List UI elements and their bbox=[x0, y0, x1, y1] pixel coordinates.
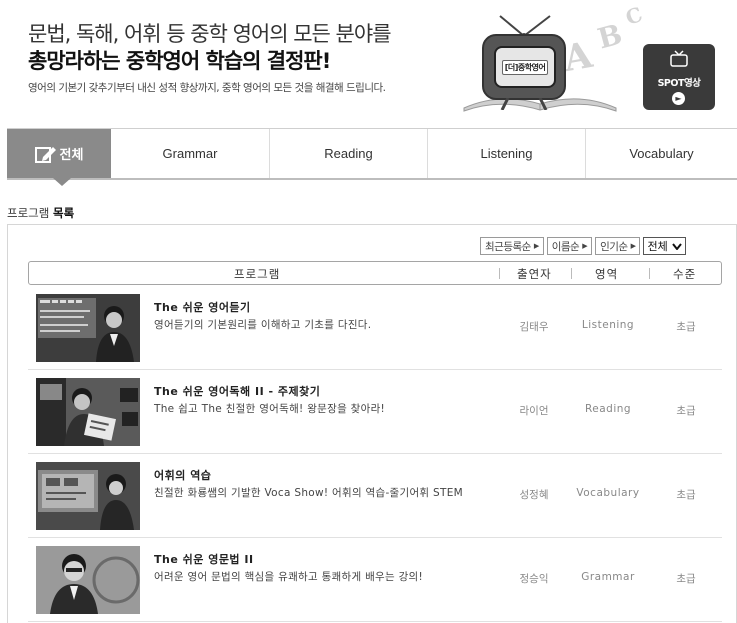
banner-headline-line2: 총망라하는 중학영어 학습의 결정판! bbox=[28, 49, 331, 73]
sort-recent-label: 최근등록순 bbox=[485, 240, 531, 253]
header-divider bbox=[571, 268, 572, 279]
video-thumbnail[interactable] bbox=[36, 462, 140, 530]
header-area: 영역 bbox=[595, 267, 619, 281]
chevron-down-icon bbox=[671, 242, 682, 250]
banner-headline-line1: 문법, 독해, 어휘 등 중학 영어의 모든 분야를 bbox=[28, 22, 392, 46]
program-area: Listening bbox=[581, 319, 635, 331]
filter-select-value: 전체 bbox=[647, 240, 668, 253]
program-level: 초급 bbox=[676, 321, 696, 333]
filter-select[interactable]: 전체 bbox=[643, 237, 686, 255]
promo-banner: 문법, 독해, 어휘 등 중학 영어의 모든 분야를 총망라하는 중학영어 학습… bbox=[0, 0, 737, 125]
program-description: 친절한 화룡쌤의 기발한 Voca Show! 어휘의 역습-줄기어휘 STEM bbox=[154, 487, 464, 499]
program-title[interactable]: The 쉬운 영문법 II bbox=[154, 551, 254, 567]
video-thumbnail[interactable] bbox=[36, 378, 140, 446]
sort-name-label: 이름순 bbox=[551, 240, 580, 253]
program-cast: 라이언 bbox=[519, 405, 549, 417]
deco-letter-b: B bbox=[594, 17, 626, 56]
tab-listening[interactable]: Listening bbox=[428, 129, 586, 178]
arrow-right-icon: ▶ bbox=[533, 242, 539, 250]
program-area: Grammar bbox=[581, 571, 635, 583]
program-area: Reading bbox=[584, 403, 632, 415]
tv-body: [더]중학영어 bbox=[482, 34, 566, 100]
table-row[interactable]: The 쉬운 영어독해 II - 주제찾기 The 쉽고 The 친절한 영어독… bbox=[28, 370, 722, 454]
pencil-icon bbox=[34, 146, 56, 163]
tab-all[interactable]: 전체 bbox=[7, 129, 111, 186]
program-description: 어려운 영어 문법의 핵심을 유쾌하고 통쾌하게 배우는 강의! bbox=[154, 571, 424, 583]
tab-vocabulary[interactable]: Vocabulary bbox=[586, 129, 737, 178]
header-divider bbox=[499, 268, 500, 279]
sort-popular-button[interactable]: 인기순 ▶ bbox=[595, 237, 641, 255]
tab-all-label: 전체 bbox=[59, 147, 84, 162]
program-level: 초급 bbox=[676, 405, 696, 417]
sort-popular-label: 인기순 bbox=[600, 240, 628, 253]
arrow-right-icon: ▶ bbox=[582, 242, 588, 250]
arrow-right-circle-icon: ► bbox=[672, 92, 685, 105]
arrow-right-icon: ▶ bbox=[630, 242, 636, 250]
section-title: 프로그램 목록 bbox=[7, 205, 74, 221]
program-level: 초급 bbox=[676, 573, 696, 585]
program-level: 초급 bbox=[676, 489, 696, 501]
sort-controls: 최근등록순 ▶ 이름순 ▶ 인기순 ▶ 전체 bbox=[480, 237, 686, 255]
program-cast: 성정혜 bbox=[519, 489, 549, 501]
deco-letter-c: C bbox=[622, 2, 646, 30]
tv-screen: [더]중학영어 bbox=[494, 46, 556, 88]
video-thumbnail[interactable] bbox=[36, 294, 140, 362]
sort-name-button[interactable]: 이름순 ▶ bbox=[546, 237, 593, 255]
tab-reading[interactable]: Reading bbox=[270, 129, 428, 178]
section-title-prefix: 프로그램 bbox=[7, 206, 50, 220]
table-row[interactable]: The 쉬운 영어듣기 영어듣기의 기본원리를 이해하고 기초를 다진다. 김태… bbox=[28, 286, 722, 370]
spot-video-label: SPOT영상 bbox=[657, 78, 701, 89]
program-description: 영어듣기의 기본원리를 이해하고 기초를 다진다. bbox=[154, 319, 372, 331]
video-thumbnail[interactable] bbox=[36, 546, 140, 614]
table-row[interactable]: The 쉬운 영문법 II 어려운 영어 문법의 핵심을 유쾌하고 통쾌하게 배… bbox=[28, 538, 722, 622]
active-tab-caret-icon bbox=[53, 178, 71, 186]
tv-logo: [더]중학영어 bbox=[501, 59, 549, 75]
section-title-bold: 목록 bbox=[52, 206, 75, 220]
category-tabs: 전체 Grammar Reading Listening Vocabulary bbox=[7, 128, 737, 186]
tv-icon bbox=[670, 50, 688, 67]
tv-legs-icon bbox=[500, 98, 548, 110]
banner-subtext: 영어의 기본기 갖추기부터 내신 성적 향상까지, 중학 영어의 모든 것을 해… bbox=[28, 82, 386, 94]
header-level: 수준 bbox=[673, 267, 697, 281]
table-row[interactable]: 어휘의 역습 친절한 화룡쌤의 기발한 Voca Show! 어휘의 역습-줄기… bbox=[28, 454, 722, 538]
tab-grammar[interactable]: Grammar bbox=[111, 129, 270, 178]
program-cast: 김태우 bbox=[519, 321, 549, 333]
table-header: 프로그램 출연자 영역 수준 bbox=[28, 261, 722, 285]
header-divider bbox=[649, 268, 650, 279]
program-title[interactable]: The 쉬운 영어독해 II - 주제찾기 bbox=[154, 383, 320, 399]
spot-video-button[interactable]: SPOT영상 ► bbox=[643, 44, 715, 110]
program-title[interactable]: 어휘의 역습 bbox=[154, 467, 211, 483]
program-cast: 정승익 bbox=[519, 573, 549, 585]
program-title[interactable]: The 쉬운 영어듣기 bbox=[154, 299, 251, 315]
program-description: The 쉽고 The 친절한 영어독해! 왕문장을 찾아라! bbox=[154, 403, 386, 415]
sort-recent-button[interactable]: 최근등록순 ▶ bbox=[480, 237, 544, 255]
header-cast: 출연자 bbox=[517, 267, 552, 281]
program-area: Vocabulary bbox=[576, 487, 640, 499]
tv-illustration: [더]중학영어 bbox=[478, 14, 570, 112]
header-program: 프로그램 bbox=[234, 267, 281, 281]
